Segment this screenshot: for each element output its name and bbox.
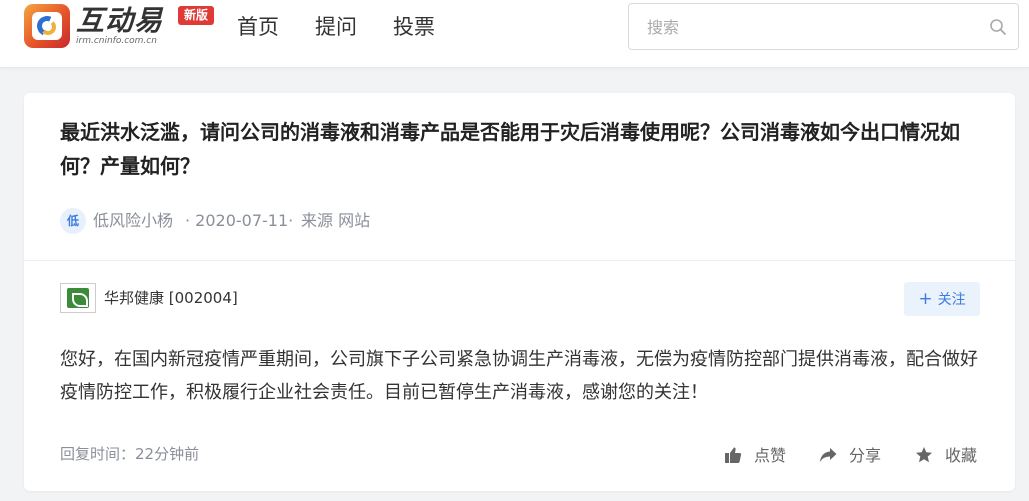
question-source: 来源 网站	[301, 211, 371, 230]
author-name[interactable]: 低风险小杨	[93, 210, 173, 232]
company-logo-mark	[67, 288, 89, 308]
qa-card: 最近洪水泛滥，请问公司的消毒液和消毒产品是否能用于灾后消毒使用呢？公司消毒液如今…	[24, 93, 1015, 491]
new-version-badge: 新版	[178, 6, 215, 25]
avatar[interactable]: 低	[60, 208, 86, 234]
share-icon	[820, 448, 837, 462]
like-button[interactable]: 点赞	[724, 445, 786, 467]
nav-ask[interactable]: 提问	[315, 13, 357, 41]
search-input[interactable]	[647, 16, 967, 38]
divider	[24, 260, 1015, 261]
top-header: 互动易 irm.cninfo.com.cn 新版 首页 提问 投票	[0, 0, 1029, 68]
question-title: 最近洪水泛滥，请问公司的消毒液和消毒产品是否能用于灾后消毒使用呢？公司消毒液如今…	[60, 120, 960, 178]
company-logo[interactable]	[60, 283, 96, 313]
search-icon[interactable]	[989, 18, 1007, 36]
star-icon	[916, 447, 932, 463]
favorite-button[interactable]: 收藏	[915, 445, 977, 467]
like-label: 点赞	[754, 446, 787, 465]
share-button[interactable]: 分享	[819, 445, 881, 467]
thumbs-up-icon	[725, 447, 742, 463]
logo-subtitle: irm.cninfo.com.cn	[76, 36, 157, 46]
plus-icon: +	[918, 289, 933, 309]
search-box[interactable]	[628, 3, 1019, 50]
follow-button[interactable]: + 关注	[904, 282, 980, 316]
company-name[interactable]: 华邦健康 [002004]	[104, 287, 238, 309]
follow-label: 关注	[937, 292, 966, 308]
logo-icon-inner	[32, 12, 62, 40]
reply-time: 回复时间：22分钟前	[60, 445, 200, 463]
logo-title[interactable]: 互动易	[76, 4, 163, 38]
favorite-label: 收藏	[945, 446, 978, 465]
share-label: 分享	[849, 446, 882, 465]
answer-text: 您好，在国内新冠疫情严重期间，公司旗下子公司紧急协调生产消毒液，无偿为疫情防控部…	[60, 349, 978, 403]
logo-icon[interactable]	[24, 4, 70, 48]
question-date: · 2020-07-11·	[185, 211, 294, 230]
logo-swoosh	[40, 19, 56, 35]
nav-home[interactable]: 首页	[237, 13, 279, 41]
nav-vote[interactable]: 投票	[393, 13, 435, 41]
